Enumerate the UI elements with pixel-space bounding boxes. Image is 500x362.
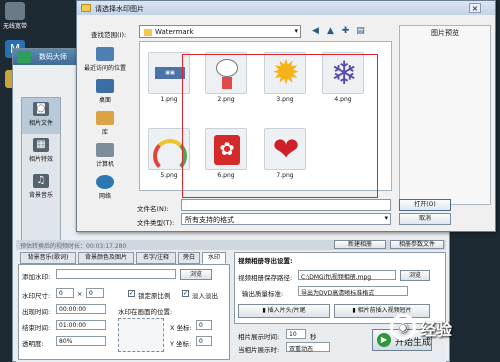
highlight-box-files (182, 54, 378, 198)
x-coord-label: X 坐标: (170, 324, 192, 332)
fade-label: 淡入淡出 (192, 292, 218, 300)
chevron-down-icon: ▾ (294, 27, 298, 35)
x-coord-input[interactable]: 0 (196, 320, 212, 330)
tab-watermark[interactable]: 水印 (202, 252, 226, 264)
place-library[interactable]: 库 (79, 109, 131, 141)
tab-bg-music[interactable]: 背景音乐(歌词) (20, 252, 76, 264)
duration-unit: 秒 (310, 333, 317, 341)
size-separator: × (77, 290, 83, 298)
wm-width-input[interactable]: 0 (56, 288, 74, 298)
music-icon: ♫ (33, 174, 49, 188)
effects-icon: ▦ (33, 138, 49, 152)
album-params-button[interactable]: 相册参数文件 (390, 240, 444, 249)
lookin-select[interactable]: Watermark ▾ (139, 25, 301, 38)
tab-name-note[interactable]: 名字/注释 (136, 252, 176, 264)
browse-button[interactable]: 浏览 (180, 269, 212, 280)
network-icon (96, 175, 114, 189)
preview-pane: 图片预览 (399, 25, 491, 205)
up-folder-icon[interactable]: ▲ (324, 25, 337, 38)
y-coord-label: Y 坐标: (170, 340, 192, 348)
side-item-photos[interactable]: ◙ 相片文件 (22, 98, 60, 134)
lock-ratio-checkbox[interactable]: ✓ (128, 290, 135, 297)
quality-label: 输出质量标准: (242, 290, 284, 298)
site-watermark: ◉ 经验 (390, 312, 496, 358)
logo-badge-icon: ▣▣ (155, 67, 185, 79)
quality-select[interactable]: 导出为DVD高清晰标准格式 (298, 286, 408, 297)
new-folder-icon[interactable]: ✚ (339, 25, 352, 38)
position-grid[interactable] (118, 318, 164, 352)
library-icon (96, 111, 114, 125)
opacity-select[interactable]: 80% (56, 336, 106, 346)
filetype-select[interactable]: 所有支持的格式 ▾ (181, 213, 391, 225)
folder-icon (144, 28, 152, 36)
duration-input[interactable]: 10 (286, 329, 306, 339)
opacity-label: 透明度: (22, 340, 44, 348)
close-icon[interactable]: × (469, 3, 481, 13)
places-bar: 最近访问的位置 桌面 库 计算机 网络 (79, 45, 131, 205)
place-computer[interactable]: 计算机 (79, 141, 131, 173)
play-icon: ▶ (377, 333, 391, 347)
broadband-icon (5, 2, 25, 20)
position-label: 水印在画面的位置: (118, 308, 173, 316)
preview-label: 图片预览 (431, 29, 459, 37)
filename-input[interactable] (181, 199, 391, 211)
insert-head-button[interactable]: ▮ 插入片头/片尾 (238, 304, 330, 318)
browse-save-button[interactable]: 浏览 (400, 270, 430, 281)
save-path-input[interactable]: C:\DMGift\视频相册.mpg (298, 270, 396, 281)
filetype-label: 文件类型(T): (137, 219, 175, 227)
back-icon[interactable]: ◀ (309, 25, 322, 38)
lookin-label: 查找范围(I): (91, 31, 127, 39)
wm-height-input[interactable]: 0 (86, 288, 104, 298)
show-time-label: 出现时间: (22, 308, 51, 316)
place-desktop[interactable]: 桌面 (79, 77, 131, 109)
end-time-input[interactable]: 01:00:00 (56, 320, 106, 330)
anim-label: 当相片展示时: (238, 346, 280, 354)
open-button[interactable]: 打开(O) (399, 199, 451, 211)
dialog-title: 请选择水印图片 (77, 1, 495, 15)
chevron-down-icon: ▾ (384, 214, 388, 222)
wm-add-label: 添加水印: (22, 273, 51, 281)
wm-size-label: 水印尺寸: (22, 292, 51, 300)
app-logo-icon (17, 51, 31, 63)
bottom-panel: 预估转换后的视频时长：00:03:17.280 新建相册 相册参数文件 背景音乐… (16, 240, 446, 362)
show-time-input[interactable]: 00:00:00 (56, 304, 106, 314)
tab-narration[interactable]: 旁白 (178, 252, 200, 264)
side-panel: ◙ 相片文件 ▦ 相片特效 ♫ 背景音乐 (21, 97, 61, 247)
tab-bg-color[interactable]: 背景颜色及图片 (78, 252, 134, 264)
computer-icon (96, 143, 114, 157)
place-network[interactable]: 网络 (79, 173, 131, 205)
fade-checkbox[interactable]: ✓ (182, 290, 189, 297)
desktop-icon (96, 79, 114, 93)
side-item-effects[interactable]: ▦ 相片特效 (22, 134, 60, 170)
cancel-button[interactable]: 取消 (399, 213, 451, 225)
wm-path-input[interactable] (56, 269, 176, 279)
view-menu-icon[interactable]: ▤ (354, 25, 367, 38)
duration-label: 相片展示时间: (238, 333, 280, 341)
dialog-folder-icon (81, 4, 91, 12)
anim-select[interactable]: 双重动态 (286, 342, 330, 353)
side-item-music[interactable]: ♫ 背景音乐 (22, 170, 60, 206)
filename-label: 文件名(N): (137, 205, 169, 213)
y-coord-input[interactable]: 0 (196, 336, 212, 346)
lock-ratio-label: 锁定原比例 (138, 292, 171, 300)
export-title: 视频相册导出设置: (238, 257, 293, 265)
camera-icon: ◙ (33, 102, 49, 116)
recent-icon (96, 47, 114, 61)
desktop-icon-broadband[interactable]: 无线宽带 (2, 2, 28, 30)
watermark-logo-icon: ◉ (390, 314, 416, 340)
save-path-label: 视频相册保存路径: (238, 274, 293, 282)
new-album-button[interactable]: 新建相册 (334, 240, 386, 249)
place-recent[interactable]: 最近访问的位置 (79, 45, 131, 77)
end-time-label: 结束时间: (22, 324, 51, 332)
